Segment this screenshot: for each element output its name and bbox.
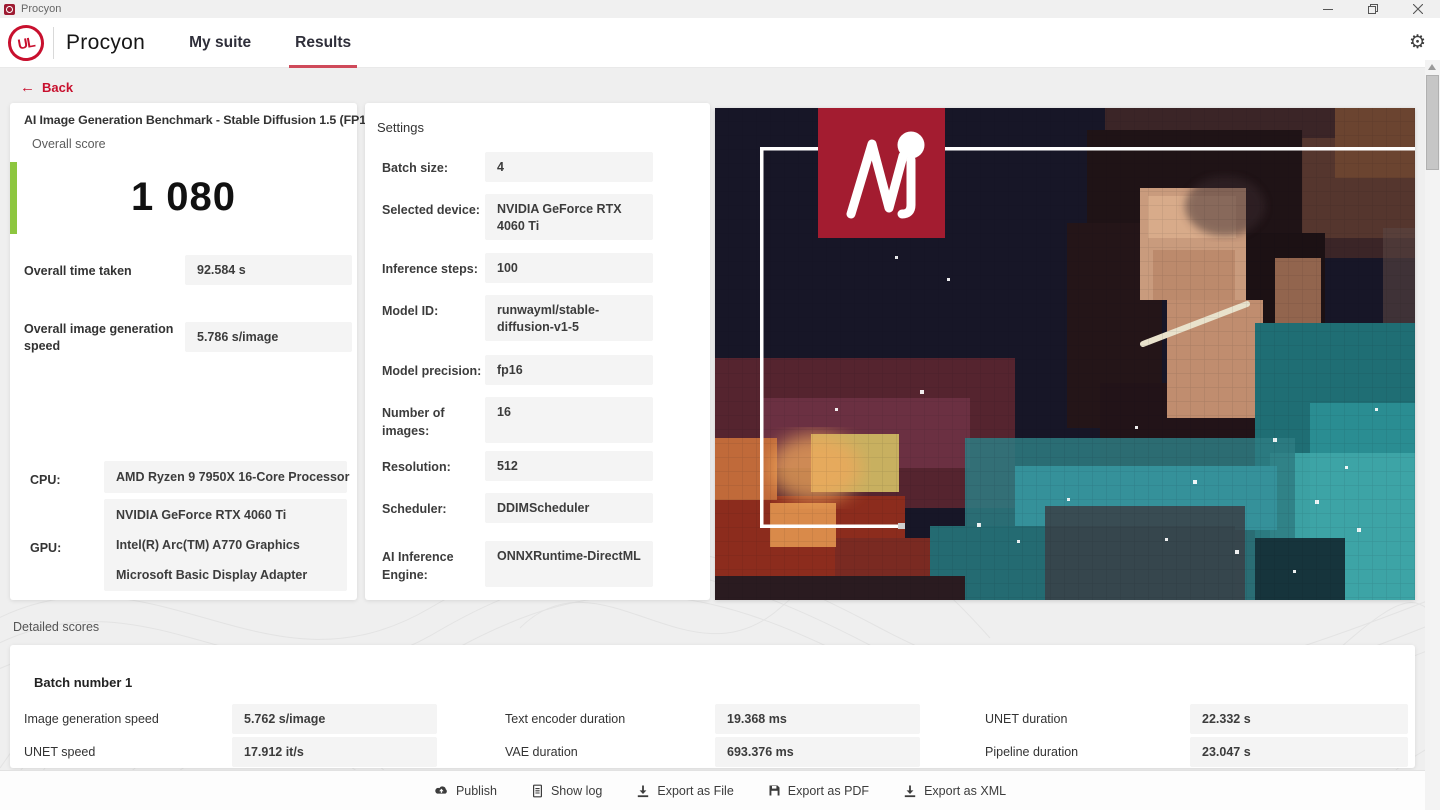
metric-value: 19.368 ms xyxy=(715,704,920,734)
metric-label: Pipeline duration xyxy=(985,744,1180,761)
ai-badge-icon xyxy=(818,108,945,238)
gpu-value: NVIDIA GeForce RTX 4060 Ti xyxy=(116,500,335,530)
export-pdf-button[interactable]: Export as PDF xyxy=(768,784,869,798)
cpu-label: CPU: xyxy=(30,473,61,487)
export-file-button[interactable]: Export as File xyxy=(636,784,733,798)
back-button[interactable]: ← Back xyxy=(20,79,73,96)
setting-value: DDIMScheduler xyxy=(485,493,653,523)
metric-label: Text encoder duration xyxy=(505,711,705,728)
metric-value: 17.912 it/s xyxy=(232,737,437,767)
metric-value: 22.332 s xyxy=(1190,704,1408,734)
app-icon xyxy=(4,4,15,15)
setting-value: 512 xyxy=(485,451,653,481)
tab-results[interactable]: Results xyxy=(293,18,353,68)
cpu-value: AMD Ryzen 9 7950X 16-Core Processor xyxy=(104,461,347,493)
gpu-value: Intel(R) Arc(TM) A770 Graphics xyxy=(116,530,335,560)
setting-value: 4 xyxy=(485,152,653,182)
show-log-button[interactable]: Show log xyxy=(531,784,602,798)
brand-title: Procyon xyxy=(66,31,145,55)
setting-label: Scheduler: xyxy=(382,500,486,518)
batch-title: Batch number 1 xyxy=(34,675,132,690)
setting-label: Number of images: xyxy=(382,404,486,440)
metric-label: VAE duration xyxy=(505,744,705,761)
setting-value: runwayml/stable-diffusion-v1-5 xyxy=(485,295,653,341)
metric-value: 693.376 ms xyxy=(715,737,920,767)
close-button[interactable] xyxy=(1395,0,1440,18)
restore-button[interactable] xyxy=(1350,0,1395,18)
scroll-up-icon[interactable] xyxy=(1428,64,1436,70)
export-file-label: Export as File xyxy=(657,784,733,798)
overall-speed-label: Overall image generation speed xyxy=(24,321,174,355)
setting-label: Resolution: xyxy=(382,458,486,476)
export-xml-button[interactable]: Export as XML xyxy=(903,784,1006,798)
result-image xyxy=(715,108,1415,600)
overall-score-value: 1 080 xyxy=(10,175,357,220)
window-title: Procyon xyxy=(21,3,61,15)
setting-label: Model precision: xyxy=(382,362,486,380)
app-header: UL Procyon My suite Results ⚙ xyxy=(0,18,1440,68)
settings-card: Settings Batch size: 4 Selected device: … xyxy=(365,103,710,600)
metric-label: UNET duration xyxy=(985,711,1180,728)
detailed-scores-card: Batch number 1 Image generation speed 5.… xyxy=(10,645,1415,768)
metric-value: 23.047 s xyxy=(1190,737,1408,767)
settings-gear-icon[interactable]: ⚙ xyxy=(1409,33,1426,52)
setting-value: 16 xyxy=(485,397,653,443)
header-divider xyxy=(53,27,54,59)
overall-time-label: Overall time taken xyxy=(24,263,184,280)
gpu-label: GPU: xyxy=(30,541,61,555)
overall-score-label: Overall score xyxy=(32,137,106,151)
setting-label: Model ID: xyxy=(382,302,486,320)
metric-label: UNET speed xyxy=(24,744,224,761)
setting-value: fp16 xyxy=(485,355,653,385)
document-icon xyxy=(531,784,544,798)
main-nav: My suite Results xyxy=(187,18,393,68)
gpu-value: Microsoft Basic Display Adapter xyxy=(116,560,335,590)
back-arrow-icon: ← xyxy=(20,79,35,96)
publish-label: Publish xyxy=(456,784,497,798)
show-log-label: Show log xyxy=(551,784,602,798)
overall-time-value: 92.584 s xyxy=(185,255,352,285)
export-pdf-label: Export as PDF xyxy=(788,784,869,798)
detailed-scores-label: Detailed scores xyxy=(13,620,99,634)
save-icon xyxy=(768,784,781,797)
titlebar: Procyon xyxy=(0,0,1440,18)
download-icon xyxy=(636,784,650,798)
scrollbar-thumb[interactable] xyxy=(1426,75,1439,170)
tab-my-suite[interactable]: My suite xyxy=(187,18,253,68)
metric-value: 5.762 s/image xyxy=(232,704,437,734)
ul-logo-icon: UL xyxy=(5,22,47,64)
setting-value: ONNXRuntime-DirectML xyxy=(485,541,653,587)
setting-value: NVIDIA GeForce RTX 4060 Ti xyxy=(485,194,653,240)
action-footer: Publish Show log Export as File Export a… xyxy=(0,770,1440,810)
back-label: Back xyxy=(42,80,73,95)
overall-speed-value: 5.786 s/image xyxy=(185,322,352,352)
setting-label: Inference steps: xyxy=(382,260,486,278)
setting-value: 100 xyxy=(485,253,653,283)
setting-label: Selected device: xyxy=(382,201,486,219)
vertical-scrollbar[interactable] xyxy=(1425,60,1440,810)
settings-title: Settings xyxy=(377,120,424,135)
gpu-value-list: NVIDIA GeForce RTX 4060 Ti Intel(R) Arc(… xyxy=(104,499,347,591)
setting-label: AI Inference Engine: xyxy=(382,548,486,584)
overall-result-card: AI Image Generation Benchmark - Stable D… xyxy=(10,103,357,600)
cloud-upload-icon xyxy=(434,784,449,797)
benchmark-title: AI Image Generation Benchmark - Stable D… xyxy=(24,113,354,127)
publish-button[interactable]: Publish xyxy=(434,784,497,798)
metric-label: Image generation speed xyxy=(24,711,224,728)
download-icon xyxy=(903,784,917,798)
setting-label: Batch size: xyxy=(382,159,486,177)
export-xml-label: Export as XML xyxy=(924,784,1006,798)
minimize-button[interactable] xyxy=(1305,0,1350,18)
